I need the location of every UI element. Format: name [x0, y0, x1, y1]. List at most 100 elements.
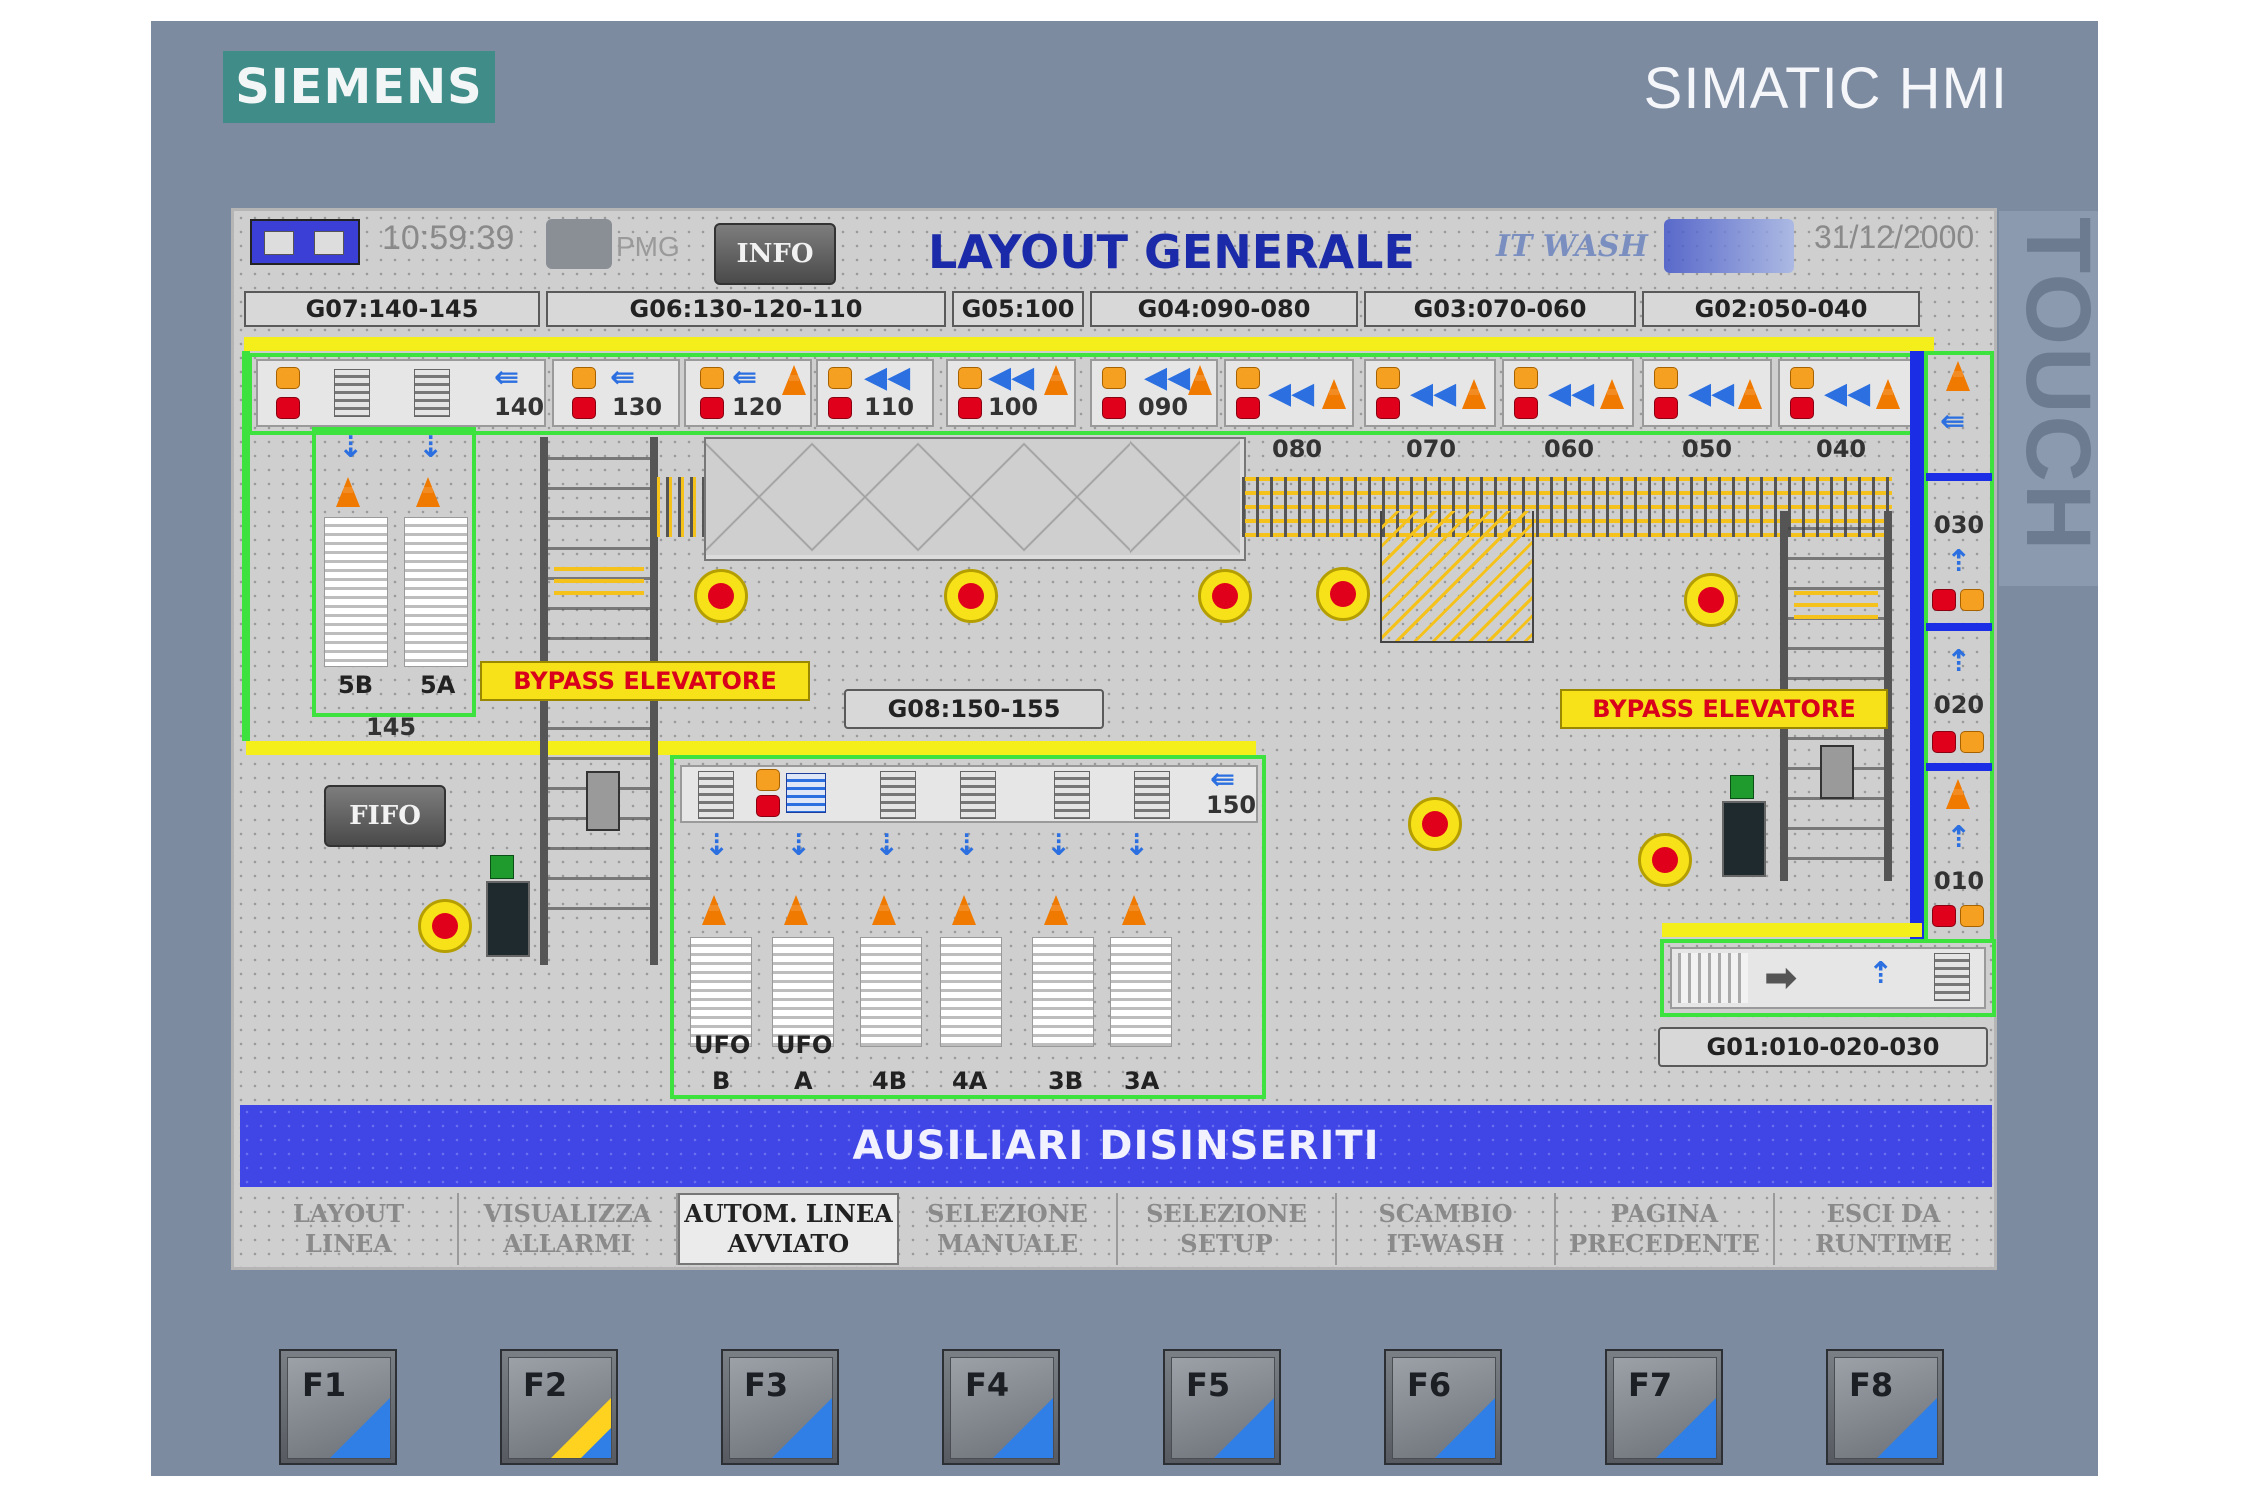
lane-ufo-a-label: UFO	[776, 1031, 833, 1059]
lane-5b-label: 5B	[338, 671, 373, 699]
group-g08[interactable]: G08:150-155	[844, 689, 1104, 729]
group-g03[interactable]: G03:070-060	[1364, 291, 1636, 327]
bypass-elevator-left: BYPASS ELEVATORE	[480, 661, 810, 701]
wash-tunnel[interactable]	[704, 437, 1246, 561]
alarm-beacon-icon[interactable]	[944, 569, 998, 623]
date: 31/12/2000	[1814, 219, 1975, 255]
lane-4b[interactable]	[860, 937, 922, 1047]
station-130[interactable]: ⇚ 130	[552, 359, 680, 427]
f7-key[interactable]: F7	[1605, 1349, 1723, 1465]
label-040: 040	[1816, 435, 1867, 463]
clock: 10:59:39	[382, 219, 515, 257]
f2-key[interactable]: F2	[500, 1349, 618, 1465]
station-020-label[interactable]: 020	[1934, 691, 1984, 719]
softkey-esci-runtime[interactable]: ESCI DA RUNTIME	[1775, 1193, 1992, 1265]
softkey-selezione-manuale[interactable]: SELEZIONE MANUALE	[899, 1193, 1118, 1265]
key-led-icon	[1435, 1398, 1495, 1458]
alarm-beacon-icon[interactable]	[1316, 567, 1370, 621]
key-led-icon	[551, 1398, 611, 1458]
station-040[interactable]: ◀◀	[1778, 359, 1912, 427]
right-vertical-conveyor	[1910, 351, 1924, 943]
itwash-logo: IT WASH	[1496, 229, 1648, 264]
station-080[interactable]: ◀◀	[1224, 359, 1354, 427]
alarm-beacon-icon[interactable]	[418, 899, 472, 953]
window-icon[interactable]	[250, 219, 360, 265]
key-led-icon	[330, 1398, 390, 1458]
group-g01[interactable]: G01:010-020-030	[1658, 1027, 1988, 1067]
group-g02[interactable]: G02:050-040	[1642, 291, 1920, 327]
hmi-screen: 10:59:39 PMG INFO LAYOUT GENERALE IT WAS…	[231, 208, 1997, 1270]
group-g04[interactable]: G04:090-080	[1090, 291, 1358, 327]
pmg-logo-text: PMG	[616, 231, 680, 262]
station-010-label[interactable]: 010	[1934, 867, 1984, 895]
alarm-beacon-icon[interactable]	[1408, 797, 1462, 851]
f4-key[interactable]: F4	[942, 1349, 1060, 1465]
softkey-layout-linea[interactable]: LAYOUT LINEA	[240, 1193, 459, 1265]
key-led-icon	[1214, 1398, 1274, 1458]
station-120[interactable]: ⇚ 120	[684, 359, 812, 427]
softkey-selezione-setup[interactable]: SELEZIONE SETUP	[1118, 1193, 1337, 1265]
station-050[interactable]: ◀◀	[1642, 359, 1772, 427]
station-090[interactable]: ◀◀ 090	[1090, 359, 1218, 427]
softkey-pagina-precedente[interactable]: PAGINA PRECEDENTE	[1556, 1193, 1775, 1265]
arrow-right-icon: ➡	[1764, 955, 1798, 1001]
station-030-label[interactable]: 030	[1934, 511, 1984, 539]
group-g06[interactable]: G06:130-120-110	[546, 291, 946, 327]
softkey-bar: LAYOUT LINEA VISUALIZZA ALLARMI AUTOM. LIN…	[240, 1193, 1992, 1265]
touch-label: TOUCH	[1999, 211, 2109, 586]
label-070: 070	[1406, 435, 1457, 463]
softkey-scambio-itwash[interactable]: SCAMBIO IT-WASH	[1337, 1193, 1556, 1265]
f5-key[interactable]: F5	[1163, 1349, 1281, 1465]
lane-3b[interactable]	[1032, 937, 1094, 1047]
station-140[interactable]: ⇚ 140	[256, 359, 546, 427]
station-150[interactable]: ⇚ 150	[680, 765, 1258, 823]
group-g07[interactable]: G07:140-145	[244, 291, 540, 327]
label-050: 050	[1682, 435, 1733, 463]
lane-5a-label: 5A	[420, 671, 456, 699]
station-100[interactable]: ◀◀ 100	[946, 359, 1076, 427]
alarm-beacon-icon[interactable]	[694, 569, 748, 623]
cone-icon	[1946, 361, 1970, 391]
alarm-beacon-icon[interactable]	[1638, 833, 1692, 887]
lane-5b[interactable]	[324, 517, 388, 667]
softkey-autom-linea[interactable]: AUTOM. LINEA AVVIATO	[678, 1193, 899, 1265]
left-zone-edge	[242, 351, 250, 741]
lane-5a[interactable]	[404, 517, 468, 667]
fifo-button[interactable]: FIFO	[324, 785, 446, 847]
bypass-elevator-right: BYPASS ELEVATORE	[1560, 689, 1888, 729]
lane-ufo-b-letter: B	[712, 1067, 731, 1095]
station-060[interactable]: ◀◀	[1502, 359, 1634, 427]
key-led-icon	[1656, 1398, 1716, 1458]
page-title: LAYOUT GENERALE	[928, 225, 1415, 279]
lane-4b-label: 4B	[872, 1067, 907, 1095]
station-110[interactable]: ◀◀ 110	[816, 359, 934, 427]
softkey-visualizza-allarmi[interactable]: VISUALIZZA ALLARMI	[459, 1193, 678, 1265]
f1-key[interactable]: F1	[279, 1349, 397, 1465]
key-led-icon	[772, 1398, 832, 1458]
lane-3a[interactable]	[1110, 937, 1172, 1047]
company-logo-icon	[1664, 219, 1794, 273]
elevator-platform	[1794, 591, 1878, 627]
pmg-logo-icon	[546, 219, 612, 269]
middle-conveyor	[246, 741, 1256, 755]
door-left-icon[interactable]	[486, 881, 530, 957]
lane-ufo-a-letter: A	[794, 1067, 813, 1095]
door-status-icon	[490, 855, 514, 879]
f3-key[interactable]: F3	[721, 1349, 839, 1465]
exit-conveyor[interactable]: ➡ ⇡	[1670, 947, 1986, 1009]
f8-key[interactable]: F8	[1826, 1349, 1944, 1465]
exit-conveyor-rail	[1662, 923, 1922, 937]
alarm-beacon-icon[interactable]	[1198, 569, 1252, 623]
alarm-beacon-icon[interactable]	[1684, 573, 1738, 627]
status-bar: AUSILIARI DISINSERITI	[240, 1105, 1992, 1187]
key-led-icon	[993, 1398, 1053, 1458]
f6-key[interactable]: F6	[1384, 1349, 1502, 1465]
station-070[interactable]: ◀◀	[1364, 359, 1496, 427]
lane-ufo-b-label: UFO	[694, 1031, 751, 1059]
lane-4a[interactable]	[940, 937, 1002, 1047]
top-conveyor	[244, 337, 1934, 351]
group-g05[interactable]: G05:100	[952, 291, 1084, 327]
info-button[interactable]: INFO	[714, 223, 836, 285]
label-145: 145	[366, 713, 417, 741]
door-right-icon[interactable]	[1722, 801, 1766, 877]
